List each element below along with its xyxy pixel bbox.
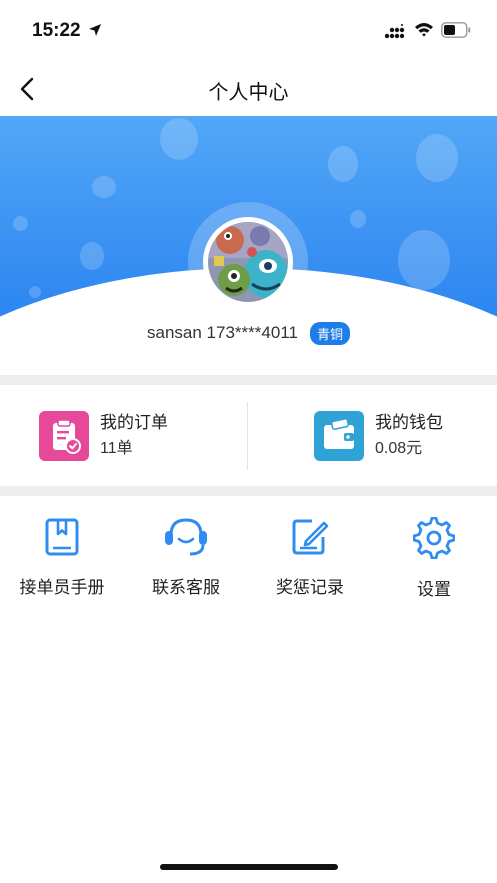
tool-customer-service-label: 联系客服 [152, 578, 220, 598]
my-orders-title: 我的订单 [100, 413, 168, 433]
tool-customer-service[interactable]: 联系客服 [124, 517, 248, 598]
manual-icon [45, 518, 79, 556]
section-divider [0, 375, 497, 385]
level-badge: 青铜 [309, 321, 350, 345]
avatar[interactable] [208, 222, 288, 302]
tools-grid: 接单员手册 联系客服 奖惩记录 设置 [0, 497, 497, 617]
bubble-decoration [416, 134, 458, 182]
my-orders-count: 11单 [100, 440, 133, 457]
home-indicator[interactable] [160, 864, 338, 870]
edit-record-icon [292, 519, 329, 555]
bubble-decoration [398, 230, 450, 290]
tool-manual-label: 接单员手册 [19, 578, 105, 598]
order-icon [39, 411, 89, 461]
stats-divider [247, 402, 248, 470]
tool-settings[interactable]: 设置 [372, 517, 496, 600]
page-title: 个人中心 [208, 80, 289, 104]
bubble-decoration [92, 176, 116, 198]
tool-records[interactable]: 奖惩记录 [248, 517, 372, 598]
section-divider [0, 486, 497, 496]
bubble-decoration [80, 242, 104, 270]
bubble-decoration [29, 286, 41, 298]
wallet-icon [314, 411, 364, 461]
tool-records-label: 奖惩记录 [276, 578, 344, 598]
status-bar: 15:22 [0, 0, 497, 62]
wifi-icon [415, 23, 433, 37]
user-info: sansan 173****4011 青铜 [0, 320, 497, 346]
avatar-image [208, 222, 288, 302]
bubble-decoration [160, 118, 198, 160]
stats-row: 我的订单 11单 我的钱包 0.08元 [0, 386, 497, 486]
nav-bar: 个人中心 [0, 62, 497, 116]
status-time: 15:22 [32, 20, 81, 41]
gear-icon [413, 517, 455, 559]
my-wallet-title: 我的钱包 [375, 413, 443, 433]
location-arrow-icon [89, 24, 101, 36]
tool-manual[interactable]: 接单员手册 [0, 517, 124, 598]
tool-settings-label: 设置 [417, 580, 451, 600]
bubble-decoration [328, 146, 358, 182]
my-wallet-balance: 0.08元 [375, 440, 423, 457]
signal-icon [384, 24, 405, 39]
battery-icon [441, 22, 471, 38]
bubble-decoration [350, 210, 366, 228]
headset-icon [165, 518, 207, 556]
bubble-decoration [13, 216, 28, 231]
my-orders-entry[interactable]: 我的订单 11单 [39, 409, 168, 463]
my-wallet-entry[interactable]: 我的钱包 0.08元 [314, 409, 443, 463]
user-name-phone: sansan 173****4011 [147, 323, 298, 342]
